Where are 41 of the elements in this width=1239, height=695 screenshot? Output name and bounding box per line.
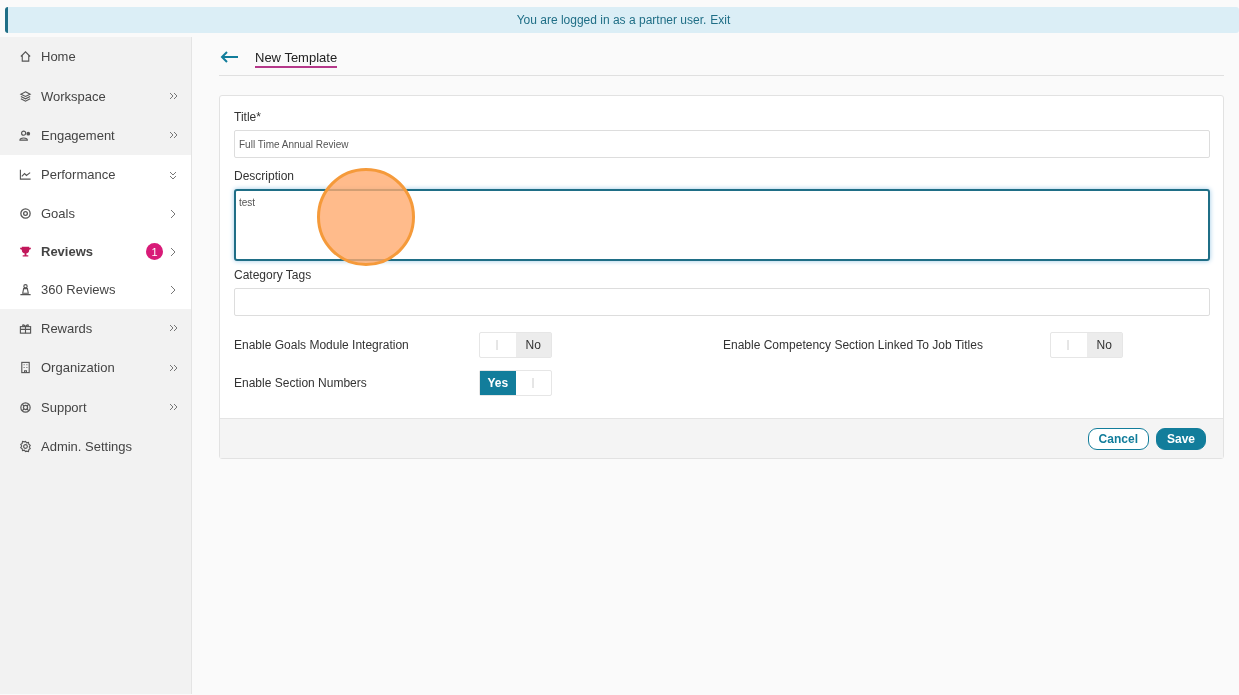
cancel-button[interactable]: Cancel (1087, 427, 1149, 450)
sidebar-item[interactable]: Performance (0, 155, 191, 195)
field-label: Category Tags (234, 268, 313, 282)
gift-icon (19, 321, 32, 335)
save-button[interactable]: Save (1155, 427, 1206, 450)
sidebar-item[interactable]: Goals (0, 194, 191, 233)
back-arrow-icon[interactable] (219, 49, 239, 64)
gear-icon (19, 439, 32, 453)
sidebar-item[interactable]: Organization (0, 347, 191, 388)
sidebar-item[interactable]: Reviews 1 (0, 232, 191, 271)
people-icon (19, 128, 32, 142)
count-badge: 1 (146, 243, 163, 261)
building-icon (19, 361, 32, 375)
sidebar-item[interactable]: Admin. Settings (0, 426, 191, 467)
page-title: New Template (255, 49, 338, 68)
toggle-label: Enable Section Numbers (234, 376, 368, 390)
toggle-switch[interactable]: No (479, 332, 552, 358)
line-chart-icon (19, 168, 32, 182)
sidebar-item[interactable]: Engagement (0, 115, 191, 156)
target-icon (19, 207, 32, 221)
sidebar-item[interactable]: Rewards (0, 308, 191, 348)
exit-link[interactable]: Exit (710, 13, 731, 27)
toggle-label: Enable Goals Module Integration (234, 338, 410, 352)
trophy-icon (19, 245, 32, 259)
description-field[interactable]: test (234, 189, 1210, 261)
layers-icon (19, 89, 32, 103)
banner-text: You are logged in as a partner user. (516, 13, 707, 27)
input-field[interactable] (234, 288, 1210, 316)
field-label: Title* (234, 110, 262, 124)
sidebar-item[interactable]: Workspace (0, 76, 191, 116)
sidebar-item[interactable]: 360 Reviews (0, 270, 191, 309)
input-field[interactable]: Full Time Annual Review (234, 130, 1210, 158)
home-icon (19, 50, 32, 64)
toggle-switch[interactable]: No (1050, 332, 1123, 358)
toggle-label: Enable Competency Section Linked To Job Titles (723, 338, 984, 352)
sidebar-item[interactable]: Support (0, 387, 191, 427)
sidebar-item[interactable]: Home (0, 37, 191, 77)
toggle-switch[interactable]: Yes (479, 370, 552, 396)
person-icon (19, 283, 32, 297)
field-label: Description (234, 169, 296, 183)
lifebuoy-icon (19, 400, 32, 414)
